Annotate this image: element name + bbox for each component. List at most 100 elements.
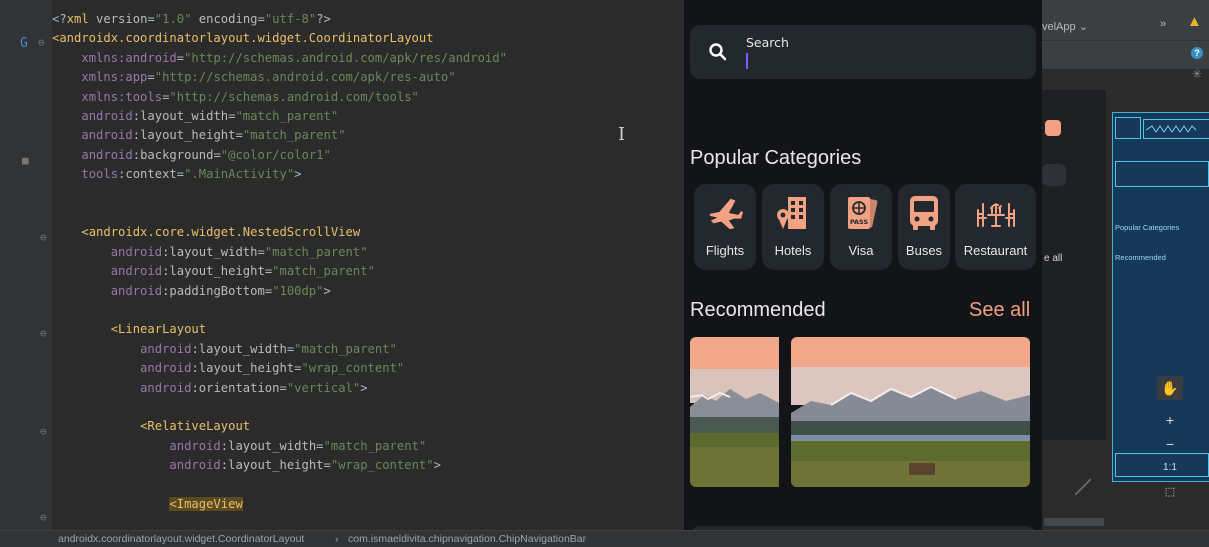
category-label: Hotels [774, 243, 812, 258]
code-line[interactable]: xmlns:app="http://schemas.android.com/ap… [52, 68, 455, 87]
color-swatch-icon[interactable]: ■ [22, 154, 29, 167]
category-buses[interactable]: Buses [898, 184, 950, 270]
info-icon[interactable]: ? [1191, 47, 1203, 59]
breadcrumb-item[interactable]: com.ismaeldivita.chipnavigation.ChipNavi… [348, 531, 586, 547]
code-line[interactable]: <ImageView [52, 495, 243, 514]
fold-icon[interactable]: ⊖ [40, 511, 47, 524]
code-token: :layout_width [132, 109, 229, 123]
code-token: <androidx.coordinatorlayout.widget.Coord… [52, 31, 434, 46]
code-token: "match_parent" [235, 109, 339, 123]
code-token: = [257, 12, 265, 26]
zoom-reset-button[interactable]: 1:1 [1157, 456, 1183, 480]
code-token: = [279, 380, 287, 395]
breadcrumb: androidx.coordinatorlayout.widget.Coordi… [0, 530, 1209, 547]
class-icon[interactable]: G [20, 36, 28, 51]
code-token: > [323, 283, 331, 298]
text-caret [746, 53, 748, 69]
code-line[interactable]: android:layout_height="wrap_content" [52, 359, 404, 378]
code-line[interactable]: tools:context=".MainActivity"> [52, 165, 301, 184]
code-token: :layout_height [132, 128, 236, 143]
see-all-link[interactable]: See all [969, 299, 1030, 322]
fold-icon[interactable]: ⊖ [38, 36, 45, 49]
code-line[interactable]: android:background="@color/color1" [52, 146, 331, 165]
code-line[interactable]: <RelativeLayout [52, 417, 250, 436]
code-editor[interactable]: <?xml version="1.0" encoding="utf-8"?> <a… [52, 0, 684, 530]
code-line[interactable]: android:layout_height="wrap_content"> [52, 456, 441, 475]
code-token: :background [132, 147, 214, 162]
fold-icon[interactable]: ⊖ [40, 231, 47, 244]
app-selector[interactable]: velApp ⌄ [1042, 20, 1088, 33]
search-bar[interactable]: Search [690, 25, 1036, 79]
search-placeholder: Search [746, 35, 789, 50]
resize-handle[interactable] [1074, 478, 1092, 496]
horizontal-scrollbar[interactable] [1044, 518, 1104, 526]
code-line[interactable]: android:orientation="vertical"> [52, 379, 368, 398]
code-token: > [360, 380, 368, 395]
code-token: = [176, 50, 185, 65]
code-line[interactable]: android:layout_height="match_parent" [52, 126, 345, 145]
code-line[interactable]: <LinearLayout [52, 320, 206, 339]
code-token: "wrap_content" [301, 361, 405, 376]
code-token: android [81, 147, 133, 162]
code-token: android [140, 380, 192, 395]
fit-screen-icon[interactable]: ⬚ [1157, 480, 1183, 504]
code-line[interactable]: android:paddingBottom="100dp"> [52, 282, 331, 301]
code-line[interactable]: xmlns:tools="http://schemas.android.com/… [52, 88, 419, 107]
breadcrumb-item[interactable]: androidx.coordinatorlayout.widget.Coordi… [58, 531, 304, 547]
code-token: = [147, 12, 155, 26]
cat-icon [1045, 120, 1061, 136]
category-hotels[interactable]: Hotels [762, 184, 824, 270]
code-token: <RelativeLayout [140, 419, 251, 434]
fold-icon[interactable]: ⊖ [40, 327, 47, 340]
code-line[interactable]: <androidx.core.widget.NestedScrollView [52, 223, 360, 242]
code-line[interactable]: android:layout_width="match_parent" [52, 340, 397, 359]
zoom-in-button[interactable]: + [1157, 408, 1183, 432]
layout-design-surface: velApp ⌄ » ▲ ? ✳ Y e all Popular Categor… [1042, 0, 1209, 530]
code-line[interactable]: android:layout_width="match_parent" [52, 243, 368, 262]
code-line[interactable]: android:layout_width="match_parent" [52, 437, 426, 456]
code-token: = [213, 147, 221, 162]
search-bar-preview [1042, 164, 1066, 186]
code-token: android [169, 458, 221, 473]
warning-icon[interactable]: ▲ [1187, 13, 1202, 30]
category-label: Restaurant [963, 243, 1028, 258]
code-line[interactable]: <androidx.coordinatorlayout.widget.Coord… [52, 29, 434, 48]
code-token: tools [81, 167, 119, 182]
plane-icon [709, 198, 744, 230]
category-flights[interactable]: Flights [694, 184, 756, 270]
code-line[interactable]: <?xml version="1.0" encoding="utf-8"?> [52, 10, 331, 29]
code-line[interactable]: android:layout_height="match_parent" [52, 262, 375, 281]
code-token: android [110, 283, 163, 298]
code-line[interactable]: xmlns:android="http://schemas.android.co… [52, 49, 507, 68]
code-line[interactable]: android:layout_width="match_parent" [52, 107, 338, 126]
recommended-title: Recommended [690, 299, 826, 321]
search-icon [709, 43, 727, 61]
code-token: = [316, 438, 324, 453]
pan-hand-icon[interactable]: ✋ [1157, 376, 1183, 400]
code-token: android [81, 128, 133, 143]
code-token: :layout_width [162, 244, 258, 259]
recommended-card-image[interactable] [690, 337, 779, 487]
bp-wave-box [1143, 119, 1209, 139]
more-icon[interactable]: » [1160, 18, 1166, 30]
code-token: > [433, 458, 441, 473]
code-token: :context [118, 167, 177, 182]
bp-search-box [1115, 161, 1209, 187]
code-token: = [176, 167, 185, 182]
code-token: :layout_height [220, 458, 324, 473]
zoom-out-button[interactable]: − [1157, 432, 1183, 456]
code-token: :layout_height [191, 361, 295, 376]
category-restaurant[interactable]: Restaurant [955, 184, 1036, 270]
code-token: :orientation [191, 380, 280, 395]
fold-icon[interactable]: ⊖ [40, 425, 47, 438]
recommended-card-image[interactable] [791, 337, 1030, 487]
category-visa[interactable]: PASS Visa [830, 184, 892, 270]
